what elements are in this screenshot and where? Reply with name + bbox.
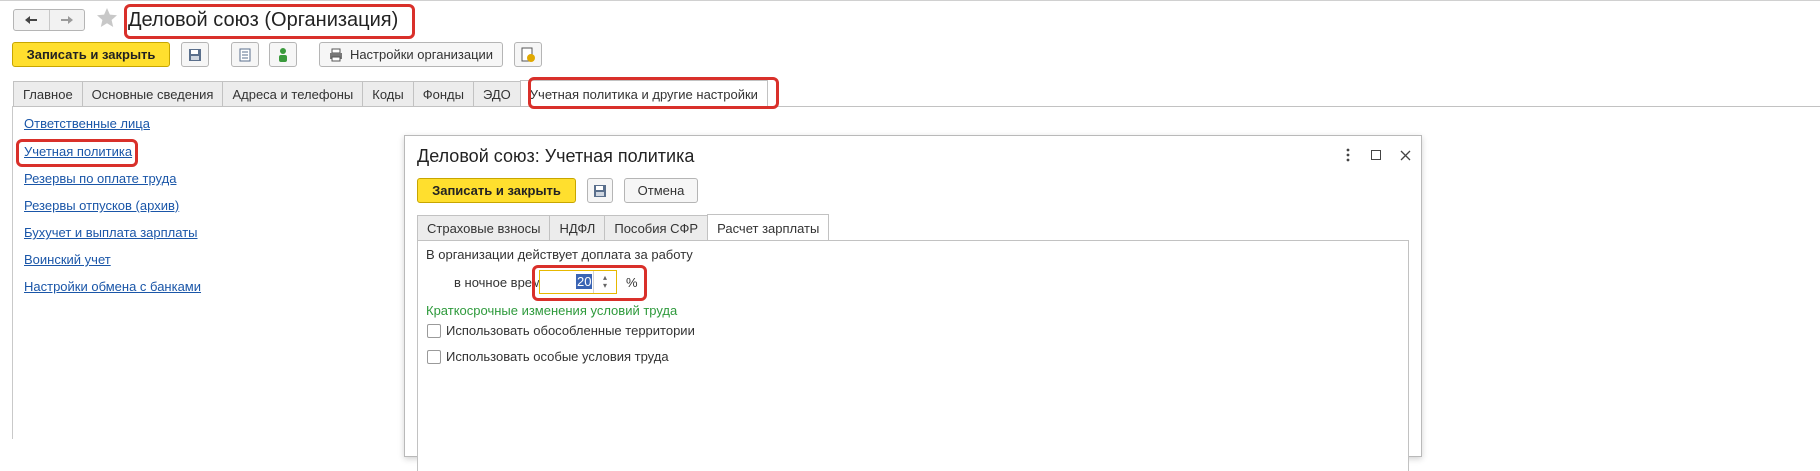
sidebar-link-reserves[interactable]: Резервы по оплате труда (24, 171, 176, 186)
report-button[interactable] (514, 42, 542, 67)
document-list-button[interactable] (231, 42, 259, 67)
sidebar-link-military[interactable]: Воинский учет (24, 252, 111, 267)
dialog-tabs: Страховые взносы НДФЛ Пособия СФР Расчет… (417, 214, 830, 241)
tab-basic-info[interactable]: Основные сведения (81, 81, 224, 107)
tab-addresses[interactable]: Адреса и телефоны (222, 81, 364, 107)
tab-sfr-benefits[interactable]: Пособия СФР (604, 215, 709, 241)
night-percent-input[interactable]: 20 ▴ ▾ (539, 270, 617, 294)
tab-codes[interactable]: Коды (362, 81, 414, 107)
separate-territories-label: Использовать обособленные территории (446, 323, 695, 338)
night-percent-value: 20 (576, 274, 593, 289)
percent-sign: % (626, 275, 638, 290)
more-menu-icon[interactable] (1339, 146, 1357, 164)
dialog-save-button[interactable] (587, 178, 613, 203)
spin-down-icon[interactable]: ▾ (603, 282, 607, 290)
special-conditions-label: Использовать особые условия труда (446, 349, 669, 364)
arrow-right-icon (60, 16, 73, 24)
tab-edo[interactable]: ЭДО (472, 81, 521, 107)
arrow-left-icon (25, 16, 38, 24)
close-icon[interactable] (1396, 146, 1414, 164)
sidebar-link-vacation-reserves[interactable]: Резервы отпусков (архив) (24, 198, 179, 213)
list-document-icon (239, 48, 251, 61)
top-divider (0, 0, 1820, 1)
special-conditions-checkbox[interactable] (427, 350, 441, 364)
dialog-title: Деловой союз: Учетная политика (417, 146, 695, 166)
dialog-save-close-button[interactable]: Записать и закрыть (417, 178, 576, 203)
tab-ndfl[interactable]: НДФЛ (549, 215, 606, 241)
org-structure-icon (279, 47, 287, 62)
favorite-star-icon[interactable] (95, 6, 119, 33)
floppy-disk-icon (189, 48, 201, 61)
structure-button[interactable] (269, 42, 297, 67)
tab-insurance[interactable]: Страховые взносы (417, 215, 551, 241)
sidebar-link-bank-exchange[interactable]: Настройки обмена с банками (24, 279, 201, 294)
save-button[interactable] (181, 42, 209, 67)
floppy-disk-icon (594, 184, 606, 197)
tabs-baseline (12, 106, 1820, 107)
tab-main[interactable]: Главное (13, 81, 83, 107)
content-frame-left (12, 106, 13, 439)
tab-funds[interactable]: Фонды (412, 81, 474, 107)
sidebar-link-responsible[interactable]: Ответственные лица (24, 116, 150, 131)
separate-territories-checkbox[interactable] (427, 324, 441, 338)
main-tabs: Главное Основные сведения Адреса и телеф… (13, 80, 768, 107)
org-settings-button[interactable]: Настройки организации (319, 42, 503, 67)
short-term-changes-link[interactable]: Краткосрочные изменения условий труда (426, 303, 677, 318)
maximize-icon[interactable] (1367, 146, 1385, 164)
dialog-cancel-button[interactable]: Отмена (624, 178, 698, 203)
org-settings-label: Настройки организации (349, 47, 494, 62)
forward-button[interactable] (48, 10, 85, 30)
salary-calc-panel: В организации действует доплата за работ… (417, 240, 1409, 471)
page-title: Деловой союз (Организация) (128, 9, 399, 31)
accounting-policy-dialog: Деловой союз: Учетная политика Записать … (404, 135, 1422, 471)
sidebar-link-accounting[interactable]: Бухучет и выплата зарплаты (24, 225, 198, 240)
save-close-button[interactable]: Записать и закрыть (12, 42, 170, 67)
surcharge-heading: В организации действует доплата за работ… (426, 247, 693, 262)
navigation-buttons (13, 9, 85, 31)
back-button[interactable] (14, 10, 49, 30)
printer-icon (329, 48, 342, 61)
percent-spinner[interactable]: ▴ ▾ (593, 271, 616, 293)
tab-salary-calc[interactable]: Расчет зарплаты (707, 214, 830, 241)
report-settings-icon (521, 47, 535, 62)
tab-accounting-policy[interactable]: Учетная политика и другие настройки (519, 80, 768, 107)
night-time-label: в ночное время: (454, 275, 552, 290)
sidebar-link-policy[interactable]: Учетная политика (24, 144, 132, 159)
